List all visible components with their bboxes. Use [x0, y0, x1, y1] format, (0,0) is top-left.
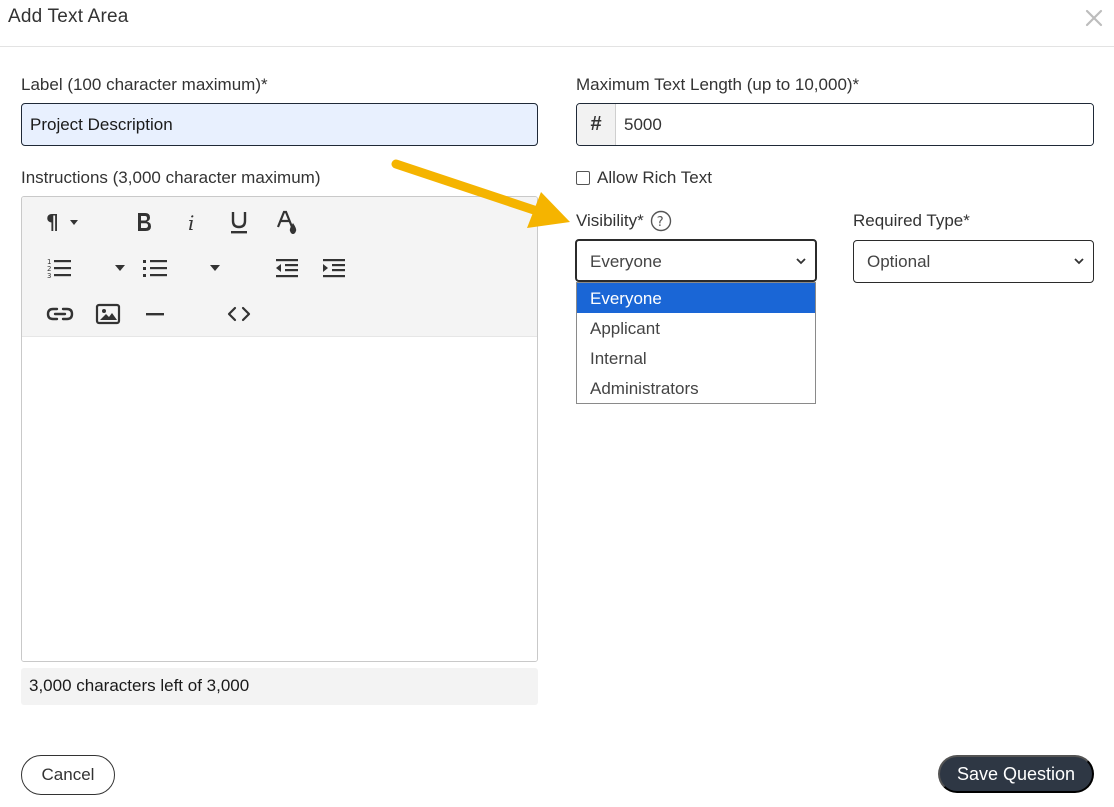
- svg-text:i: i: [188, 211, 194, 234]
- max-length-input-group: #: [576, 103, 1094, 146]
- cancel-button[interactable]: Cancel: [21, 755, 115, 795]
- image-icon[interactable]: [93, 299, 123, 329]
- instructions-editor: ¶ i 1 2 3: [21, 196, 538, 662]
- visibility-select[interactable]: Everyone: [575, 239, 817, 282]
- visibility-option-administrators[interactable]: Administrators: [577, 373, 815, 403]
- svg-text:3: 3: [47, 272, 51, 279]
- label-field-label: Label (100 character maximum)*: [21, 75, 268, 94]
- visibility-option-everyone[interactable]: Everyone: [577, 283, 815, 313]
- visibility-option-internal[interactable]: Internal: [577, 343, 815, 373]
- modal-header: Add Text Area: [0, 0, 1114, 47]
- help-icon[interactable]: ?: [650, 210, 672, 232]
- max-length-input[interactable]: [616, 104, 1093, 145]
- indent-icon[interactable]: [319, 253, 349, 283]
- visibility-dropdown-list: Everyone Applicant Internal Administrato…: [576, 282, 816, 404]
- instructions-label: Instructions (3,000 character maximum): [21, 168, 321, 187]
- required-type-select[interactable]: Optional: [853, 240, 1094, 283]
- save-question-button[interactable]: Save Question: [938, 755, 1094, 793]
- ordered-list-dropdown-icon[interactable]: [110, 253, 130, 283]
- bold-icon[interactable]: [129, 207, 159, 237]
- ordered-list-icon[interactable]: 1 2 3: [44, 253, 74, 283]
- svg-text:¶: ¶: [46, 210, 59, 234]
- required-type-selected-value: Optional: [867, 252, 931, 271]
- outdent-icon[interactable]: [272, 253, 302, 283]
- underline-icon[interactable]: [224, 207, 254, 237]
- italic-icon[interactable]: i: [177, 207, 207, 237]
- label-input[interactable]: [21, 103, 538, 146]
- svg-text:?: ?: [657, 215, 664, 230]
- text-color-icon[interactable]: [272, 207, 302, 237]
- max-length-label: Maximum Text Length (up to 10,000)*: [576, 75, 860, 94]
- link-icon[interactable]: [45, 299, 75, 329]
- instructions-editor-body[interactable]: [22, 338, 537, 661]
- chevron-down-icon: [1074, 258, 1084, 265]
- allow-rich-text-row[interactable]: Allow Rich Text: [576, 168, 712, 188]
- paragraph-icon[interactable]: ¶: [42, 207, 86, 237]
- hash-prefix: #: [577, 104, 616, 145]
- char-count-status: 3,000 characters left of 3,000: [21, 668, 538, 705]
- close-icon[interactable]: [1084, 8, 1104, 28]
- unordered-list-icon[interactable]: [140, 253, 170, 283]
- visibility-option-applicant[interactable]: Applicant: [577, 313, 815, 343]
- code-view-icon[interactable]: [224, 299, 254, 329]
- visibility-label: Visibility*: [576, 211, 644, 230]
- visibility-selected-value: Everyone: [590, 252, 662, 271]
- allow-rich-text-label: Allow Rich Text: [597, 168, 712, 187]
- chevron-down-icon: [796, 258, 806, 265]
- required-type-label: Required Type*: [853, 211, 970, 230]
- horizontal-rule-icon[interactable]: [140, 299, 170, 329]
- modal-title: Add Text Area: [8, 6, 129, 27]
- unordered-list-dropdown-icon[interactable]: [205, 253, 225, 283]
- annotation-arrow-icon: [391, 159, 570, 228]
